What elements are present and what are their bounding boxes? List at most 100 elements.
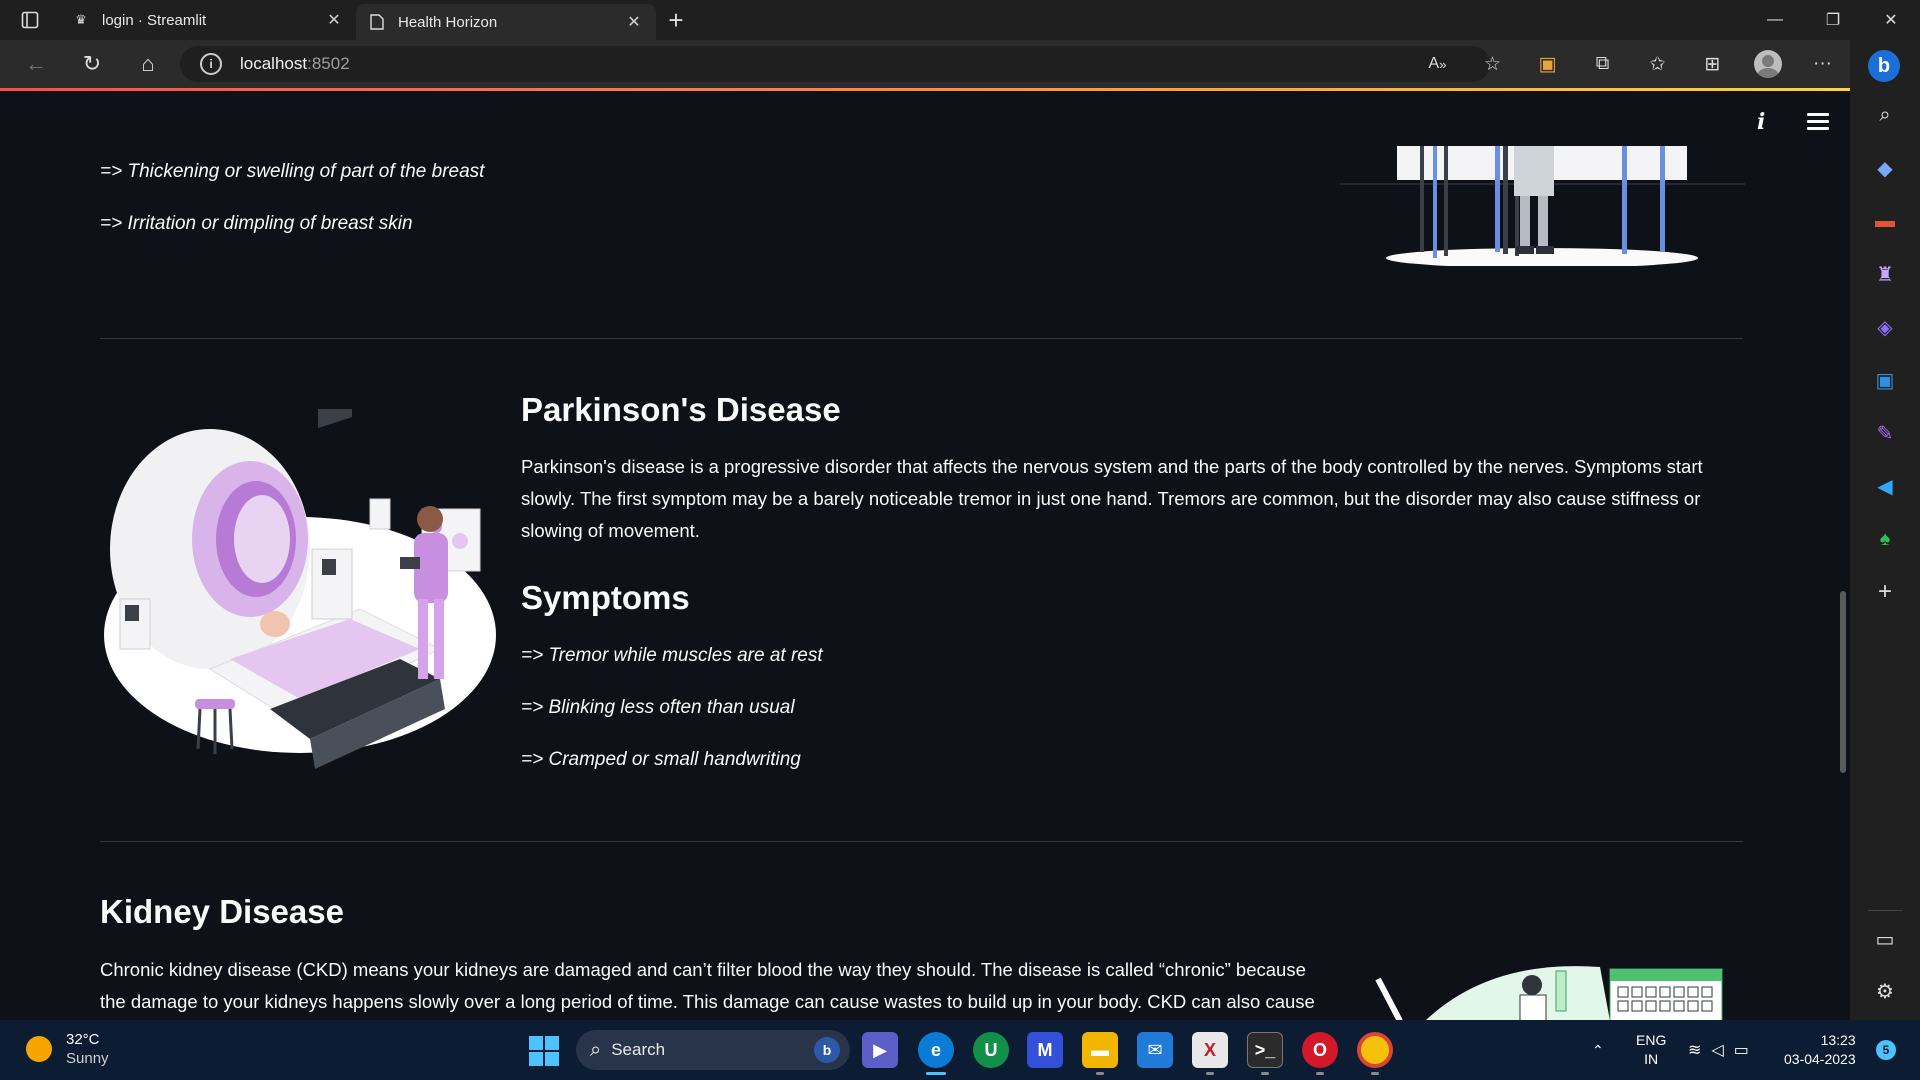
kidney-illustration: [1375, 966, 1723, 1020]
settings-gear-icon[interactable]: ⚙: [1870, 976, 1900, 1006]
taskbar-search[interactable]: ⌕ Search b: [576, 1030, 850, 1070]
mail-icon[interactable]: ✉: [1137, 1032, 1173, 1068]
more-options-icon[interactable]: ···: [1795, 40, 1850, 88]
profile-button[interactable]: [1740, 40, 1795, 88]
search-label: Search: [611, 1040, 666, 1059]
restore-icon[interactable]: ❐: [1804, 0, 1862, 40]
breast-cancer-illustration: [1340, 146, 1745, 266]
games-icon[interactable]: ♜: [1870, 259, 1900, 289]
refresh-icon[interactable]: ↻: [64, 40, 120, 88]
symptoms-heading: Symptoms: [521, 579, 690, 616]
window-controls: — ❐ ✕: [1746, 0, 1920, 40]
back-icon[interactable]: ←: [8, 40, 64, 88]
url-port: :8502: [307, 54, 350, 73]
page-icon: [368, 13, 386, 31]
tree-icon[interactable]: ♠: [1870, 524, 1900, 554]
designer-icon[interactable]: ✎: [1870, 418, 1900, 448]
collections-icon[interactable]: ⊞: [1685, 40, 1740, 88]
toolbar-icons: A» ☆ ▣ ⧉ ✩ ⊞ ···: [1410, 40, 1850, 88]
bing-chat-button[interactable]: b: [1862, 46, 1906, 86]
wifi-icon: ≋: [1688, 1042, 1712, 1059]
tools-briefcase-icon[interactable]: ▬: [1870, 206, 1900, 236]
language-indicator[interactable]: ENG IN: [1636, 1020, 1666, 1080]
tab-bar: ♛ login · Streamlit ✕ Health Horizon ✕ +…: [0, 0, 1920, 40]
symptom-item: => Irritation or dimpling of breast skin: [100, 213, 413, 234]
weather-widget[interactable]: 32°C Sunny: [26, 1030, 109, 1068]
close-tab-icon[interactable]: ✕: [624, 12, 644, 32]
app-indicator: [1206, 1072, 1214, 1075]
close-tab-icon[interactable]: ✕: [324, 10, 344, 30]
add-sidebar-app-icon[interactable]: +: [1870, 577, 1900, 607]
active-app-indicator: [926, 1072, 946, 1075]
split-screen-icon[interactable]: ▭: [1870, 924, 1900, 954]
windows-taskbar: 32°C Sunny ⌕ Search b ▶ e U M ▬ ✉ X >_ O: [0, 1020, 1920, 1080]
search-icon[interactable]: ⌕: [1870, 100, 1900, 130]
app-indicator: [1371, 1072, 1379, 1075]
opera-icon[interactable]: O: [1302, 1032, 1338, 1068]
symptom-item: => Blinking less often than usual: [521, 697, 795, 718]
lang-top: ENG: [1636, 1032, 1667, 1048]
parkinsons-description: Parkinson's disease is a progressive dis…: [521, 456, 1703, 541]
symptom-item: => Cramped or small handwriting: [521, 749, 801, 770]
streamlit-app: i => Thickening or swelling of part of t…: [0, 91, 1850, 1020]
show-hidden-icons[interactable]: ⌃: [1592, 1020, 1604, 1080]
sidebar-divider: [1868, 910, 1902, 911]
send-icon[interactable]: ◀: [1870, 471, 1900, 501]
symptom-item: => Tremor while muscles are at rest: [521, 645, 823, 666]
edge-icon[interactable]: e: [918, 1032, 954, 1068]
tab-title: Health Horizon: [398, 13, 498, 31]
close-window-icon[interactable]: ✕: [1862, 0, 1920, 40]
tab-health-horizon[interactable]: Health Horizon ✕: [356, 4, 656, 40]
url-bar[interactable]: i localhost:8502: [180, 46, 1490, 82]
clock-time: 13:23: [1820, 1032, 1856, 1048]
info-icon[interactable]: i: [1757, 109, 1765, 135]
weather-temperature: 32°C: [66, 1031, 100, 1048]
favorites-icon[interactable]: ✩: [1630, 40, 1685, 88]
copilot-icon[interactable]: ◈: [1870, 312, 1900, 342]
file-explorer-icon[interactable]: ▬: [1082, 1032, 1118, 1068]
address-toolbar: ← ↻ ⌂ i localhost:8502 A» ☆ ▣ ⧉ ✩ ⊞ ···: [0, 40, 1920, 88]
kidney-description: Chronic kidney disease (CKD) means your …: [100, 959, 1315, 1012]
system-tray-icons[interactable]: ≋ ◁ ▭: [1688, 1020, 1759, 1080]
bing-icon: b: [814, 1037, 840, 1063]
notification-badge[interactable]: 5: [1876, 1040, 1896, 1060]
app-indicator: [1096, 1072, 1104, 1075]
bing-icon: b: [1868, 50, 1900, 82]
new-tab-button[interactable]: +: [656, 0, 696, 40]
clock[interactable]: 13:23 03-04-2023: [1784, 1020, 1856, 1080]
minimize-icon[interactable]: —: [1746, 0, 1804, 40]
shopping-tag-icon[interactable]: ◆: [1870, 153, 1900, 183]
pdf-viewer-icon[interactable]: X: [1192, 1032, 1228, 1068]
app-indicator: [1316, 1072, 1324, 1075]
sun-icon: [26, 1036, 52, 1062]
streamlit-crown-icon: ♛: [75, 12, 87, 27]
weather-condition: Sunny: [66, 1050, 109, 1067]
mri-scan-illustration: [104, 409, 496, 769]
tab-login-streamlit[interactable]: ♛ login · Streamlit ✕: [60, 0, 356, 40]
tab-actions-button[interactable]: [0, 0, 60, 40]
upwork-icon[interactable]: U: [973, 1032, 1009, 1068]
extensions-icon[interactable]: ⧉: [1575, 40, 1630, 88]
page-scrollbar[interactable]: [1840, 591, 1846, 773]
hamburger-menu-icon[interactable]: [1807, 113, 1829, 134]
section-divider: [100, 338, 1743, 339]
teams-chat-icon[interactable]: ▶: [862, 1032, 898, 1068]
site-info-icon[interactable]: i: [200, 53, 222, 75]
tab-title: login · Streamlit: [102, 11, 207, 29]
search-icon: ⌕: [590, 1038, 602, 1061]
clock-date: 03-04-2023: [1784, 1051, 1856, 1067]
home-icon[interactable]: ⌂: [120, 40, 176, 88]
start-button[interactable]: [529, 1036, 559, 1066]
outlook-icon[interactable]: ▣: [1870, 365, 1900, 395]
wallet-icon[interactable]: ▣: [1520, 40, 1575, 88]
add-favorite-icon[interactable]: ☆: [1465, 40, 1520, 88]
visual-studio-icon[interactable]: M: [1027, 1032, 1063, 1068]
chrome-icon[interactable]: [1357, 1032, 1393, 1068]
symptom-item: => Thickening or swelling of part of the…: [100, 161, 485, 182]
terminal-icon[interactable]: >_: [1247, 1032, 1283, 1068]
tab-actions-icon: [21, 11, 39, 29]
url-host: localhost: [240, 54, 308, 73]
read-aloud-icon[interactable]: A»: [1410, 40, 1465, 88]
volume-icon: ◁: [1711, 1042, 1734, 1059]
section-divider: [100, 841, 1743, 842]
